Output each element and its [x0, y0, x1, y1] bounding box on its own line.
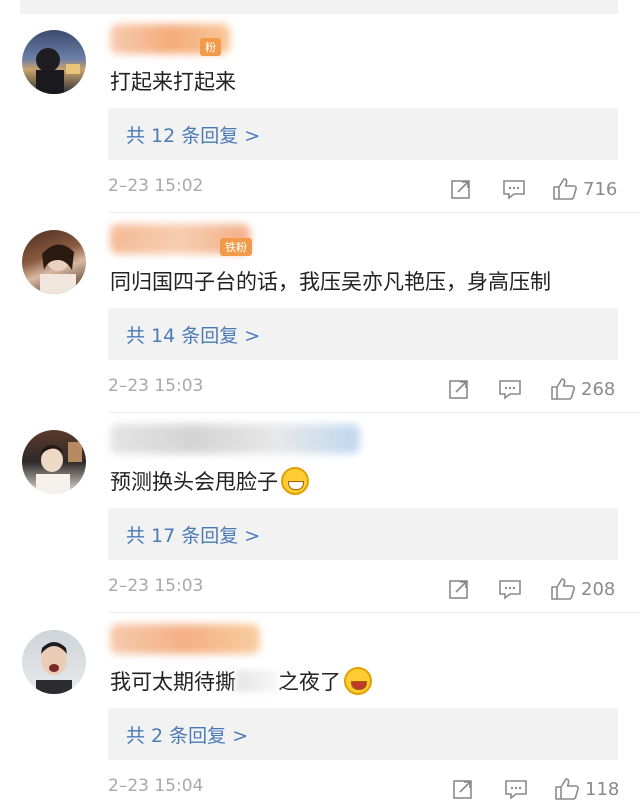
comment-item: 我可太期待撕 之夜了 共 2 条回复 > 2–23 15:04 118	[0, 600, 640, 800]
username-blurred[interactable]	[110, 624, 260, 654]
censored-text	[236, 670, 278, 692]
comment-text-content: 打起来打起来	[110, 70, 236, 94]
meta-row: 2–23 15:04 118	[108, 776, 619, 802]
like-icon	[555, 778, 579, 800]
comment-item: 铁粉 同归国四子台的话，我压吴亦凡艳压，身高压制 共 14 条回复 > 2–23…	[0, 200, 640, 400]
fan-badge: 粉	[200, 38, 221, 56]
replies-link[interactable]: 共 14 条回复 >	[126, 321, 260, 348]
like-count: 208	[581, 578, 616, 600]
replies-link[interactable]: 共 17 条回复 >	[126, 521, 260, 548]
username-blurred[interactable]	[110, 424, 360, 454]
comment-icon[interactable]	[498, 576, 522, 602]
share-icon[interactable]	[450, 176, 472, 202]
comment-text-content: 我可太期待撕	[110, 670, 236, 694]
comment-item: 粉 打起来打起来 共 12 条回复 > 2–23 15:02 716	[0, 0, 640, 200]
avatar[interactable]	[22, 430, 86, 494]
comment-text-content: 预测换头会甩脸子	[110, 470, 278, 494]
avatar[interactable]	[22, 230, 86, 294]
replies-box[interactable]: 共 2 条回复 >	[108, 708, 618, 760]
like-button[interactable]: 208	[550, 576, 615, 602]
like-button[interactable]: 268	[550, 376, 615, 402]
avatar[interactable]	[22, 30, 86, 94]
replies-link[interactable]: 共 2 条回复 >	[126, 721, 248, 748]
timestamp: 2–23 15:03	[108, 376, 204, 396]
avatar[interactable]	[22, 630, 86, 694]
fan-badge: 铁粉	[220, 238, 252, 256]
share-icon[interactable]	[452, 776, 474, 802]
laugh-emoji-icon	[344, 667, 372, 695]
meta-row: 2–23 15:03 268	[108, 376, 618, 402]
comment-text: 我可太期待撕 之夜了	[110, 666, 372, 696]
comment-item: 预测换头会甩脸子 共 17 条回复 > 2–23 15:03 208	[0, 400, 640, 600]
like-icon	[551, 578, 575, 600]
timestamp: 2–23 15:02	[108, 176, 204, 196]
replies-box[interactable]: 共 17 条回复 >	[108, 508, 618, 560]
comment-text: 预测换头会甩脸子	[110, 466, 309, 496]
replies-box[interactable]: 共 14 条回复 >	[108, 308, 618, 360]
like-button[interactable]: 118	[554, 776, 619, 802]
comment-text: 同归国四子台的话，我压吴亦凡艳压，身高压制	[110, 266, 551, 296]
comment-icon[interactable]	[502, 176, 526, 202]
meta-row: 2–23 15:02 716	[108, 176, 618, 202]
comment-text: 打起来打起来	[110, 66, 236, 96]
timestamp: 2–23 15:03	[108, 576, 204, 596]
like-button[interactable]: 716	[552, 176, 617, 202]
share-icon[interactable]	[448, 376, 470, 402]
like-count: 118	[585, 778, 620, 800]
like-count: 716	[583, 178, 618, 200]
like-icon	[551, 378, 575, 400]
timestamp: 2–23 15:04	[108, 776, 204, 796]
comment-icon[interactable]	[498, 376, 522, 402]
replies-box[interactable]: 共 12 条回复 >	[108, 108, 618, 160]
grin-emoji-icon	[281, 467, 309, 495]
comment-text-content-end: 之夜了	[278, 670, 341, 694]
like-icon	[553, 178, 577, 200]
like-count: 268	[581, 378, 616, 400]
replies-link[interactable]: 共 12 条回复 >	[126, 121, 260, 148]
comment-text-content: 同归国四子台的话，我压吴亦凡艳压，身高压制	[110, 270, 551, 294]
meta-row: 2–23 15:03 208	[108, 576, 618, 602]
share-icon[interactable]	[448, 576, 470, 602]
comment-icon[interactable]	[504, 776, 528, 802]
